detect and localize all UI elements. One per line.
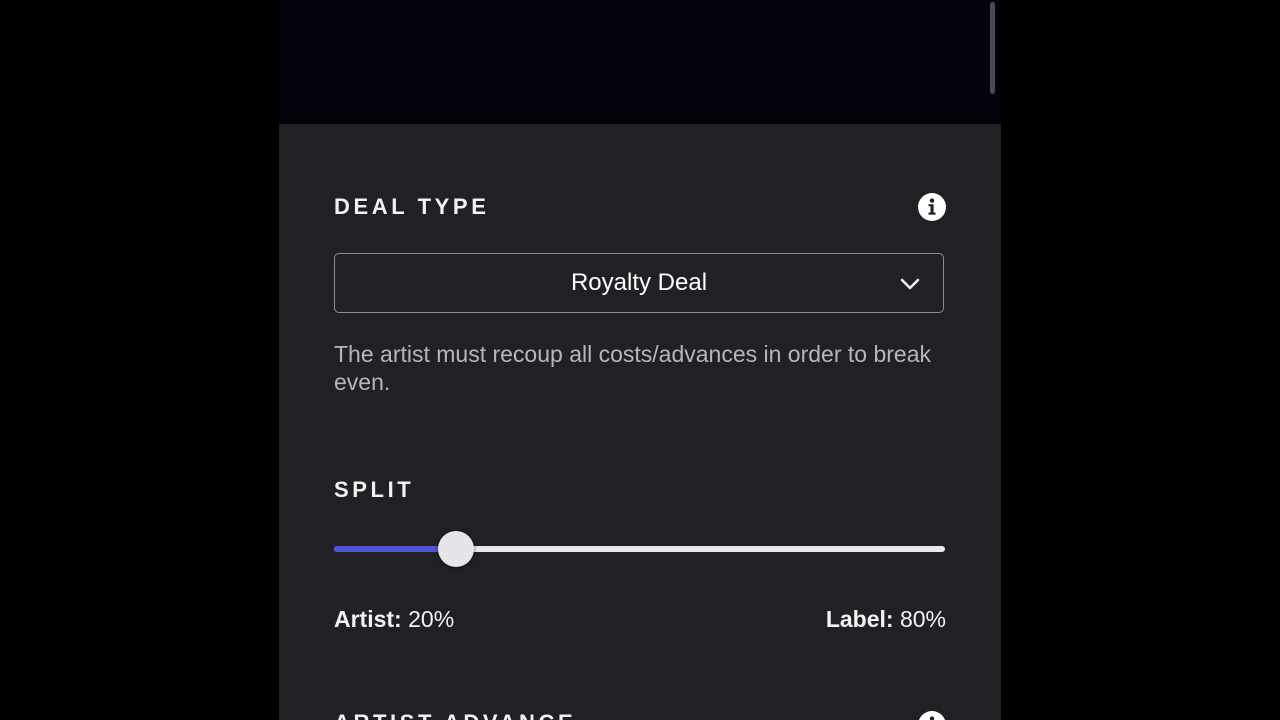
label-split-value: 80% <box>899 606 946 632</box>
label-split-label: Label: <box>825 606 894 632</box>
info-icon[interactable] <box>918 711 946 720</box>
chevron-down-icon <box>899 276 921 297</box>
slider-thumb[interactable] <box>438 531 475 567</box>
deal-type-select[interactable]: Royalty Deal <box>334 253 944 313</box>
artist-advance-title: ARTIST ADVANCE <box>334 710 576 720</box>
scrollbar[interactable] <box>990 2 995 94</box>
info-icon[interactable] <box>918 193 946 221</box>
settings-panel: DEAL TYPE Royalty Deal The artist must r… <box>279 124 1001 720</box>
deal-type-selected-value: Royalty Deal <box>570 269 708 296</box>
split-slider[interactable] <box>334 530 945 568</box>
artist-split-label: Artist: <box>334 606 402 632</box>
split-title: SPLIT <box>334 477 415 502</box>
artist-split-value: 20% <box>408 606 455 632</box>
label-split: Label: 80% <box>826 606 946 633</box>
top-band <box>279 0 1001 124</box>
deal-type-description: The artist must recoup all costs/advance… <box>334 341 932 395</box>
artist-split: Artist: 20% <box>334 606 454 633</box>
deal-type-title: DEAL TYPE <box>334 194 490 219</box>
